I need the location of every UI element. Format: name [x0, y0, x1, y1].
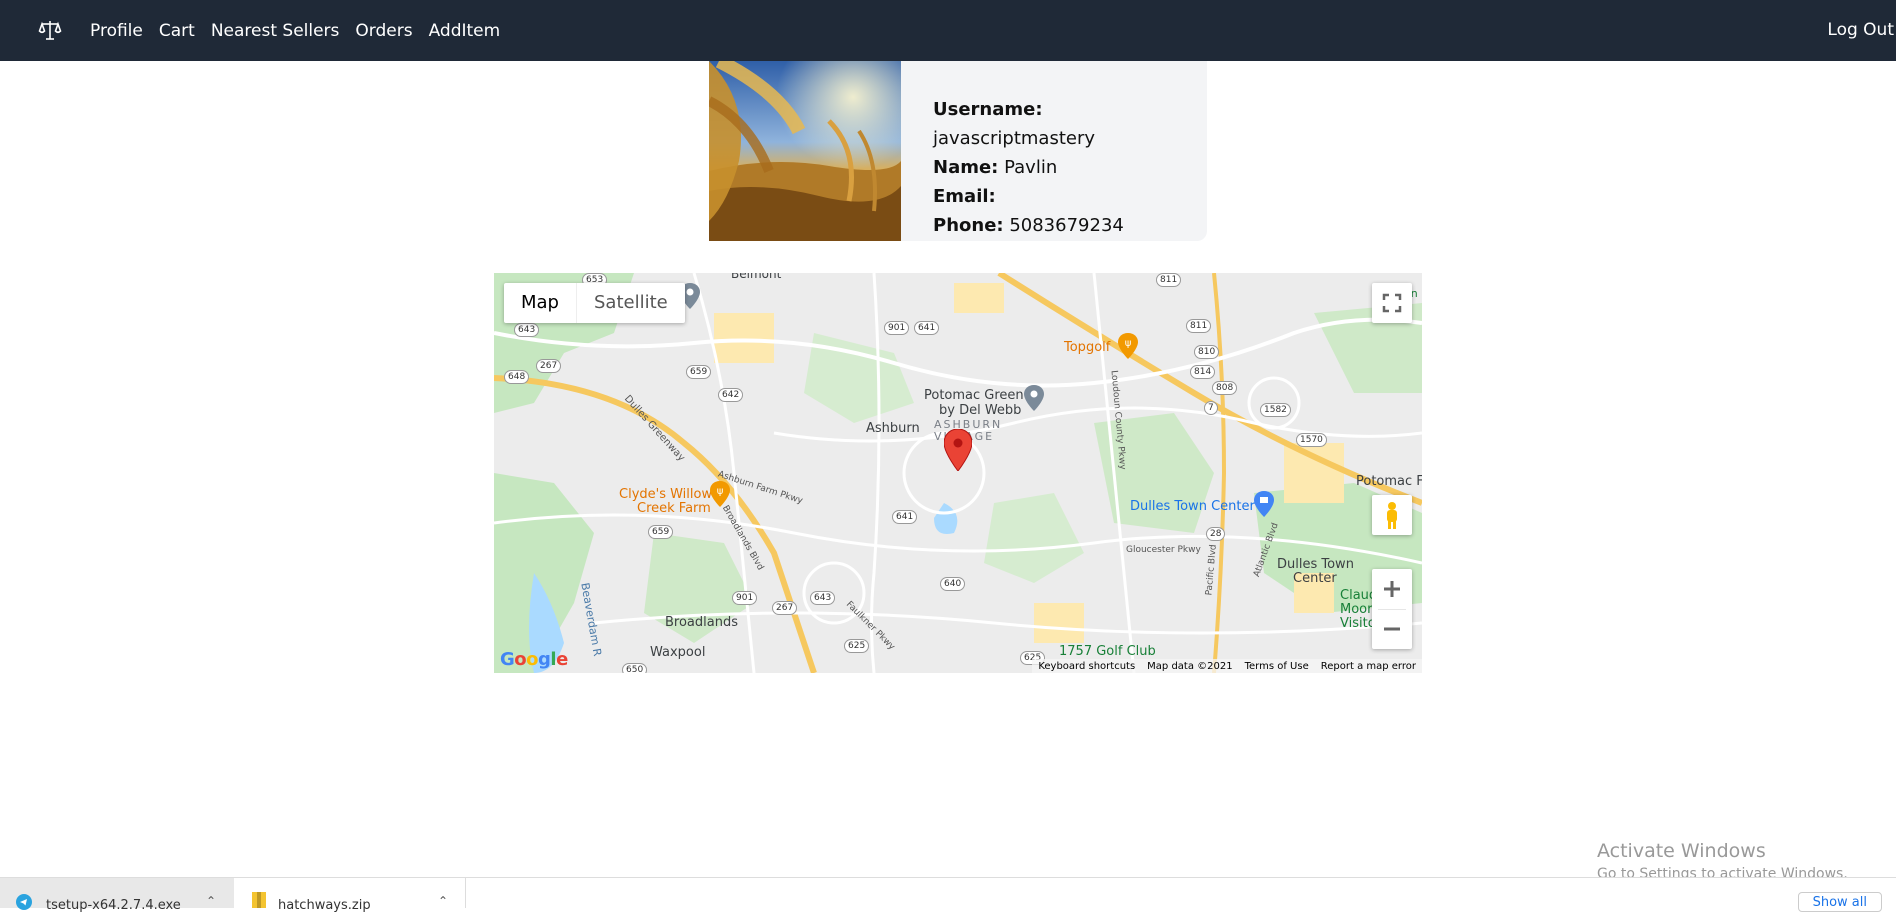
watermark-title: Activate Windows [1597, 840, 1766, 862]
route-shield: 641 [892, 510, 918, 524]
phone-value: 5083679234 [1009, 215, 1124, 236]
nav-link-orders[interactable]: Orders [355, 21, 412, 41]
zoom-control [1372, 569, 1412, 649]
map-type-control: Map Satellite [504, 283, 685, 323]
google-logo: Google [500, 649, 568, 670]
route-shield: 625 [844, 639, 870, 653]
email-row: Email: [933, 182, 1207, 211]
street-view-button[interactable] [1372, 495, 1412, 535]
map-marker-icon[interactable] [944, 429, 972, 471]
chevron-up-icon[interactable]: ⌃ [438, 894, 448, 908]
chevron-up-icon[interactable]: ⌃ [206, 894, 216, 908]
route-shield: 808 [1212, 381, 1238, 395]
profile-card: Username: javascriptmastery Name: Pavlin… [709, 61, 1207, 241]
download-filename: hatchways.zip [278, 898, 371, 913]
place-ashburn: Ashburn [866, 421, 920, 436]
route-shield: 659 [648, 525, 674, 539]
username-row: Username: javascriptmastery [933, 95, 1207, 153]
route-shield: 643 [810, 591, 836, 605]
place-potomac-fa: Potomac Fa [1356, 474, 1422, 489]
google-map[interactable]: Belmont Ashburn Potomac Green by Del Web… [494, 273, 1422, 673]
place-broadlands: Broadlands [665, 615, 738, 630]
map-tiles [494, 273, 1422, 673]
map-type-map-button[interactable]: Map [504, 283, 576, 323]
profile-info: Username: javascriptmastery Name: Pavlin… [933, 95, 1207, 240]
terms-of-use-link[interactable]: Terms of Use [1245, 661, 1309, 672]
nav-link-add-item[interactable]: AddItem [429, 21, 501, 41]
route-shield: 642 [718, 388, 744, 402]
phone-row: Phone: 5083679234 [933, 211, 1207, 240]
route-shield: 28 [1206, 527, 1226, 541]
zip-file-icon [252, 892, 266, 908]
place-dulles-town-2: Center [1293, 571, 1337, 586]
route-shield: 811 [1156, 273, 1182, 287]
place-dulles-town-1: Dulles Town [1277, 557, 1354, 572]
road-gloucester-pkwy: Gloucester Pkwy [1126, 545, 1201, 555]
name-value: Pavlin [1004, 157, 1058, 178]
route-shield: 814 [1190, 365, 1216, 379]
nav-link-cart[interactable]: Cart [159, 21, 195, 41]
svg-text:ψ: ψ [717, 486, 724, 497]
nav-link-profile[interactable]: Profile [90, 21, 143, 41]
phone-label: Phone: [933, 215, 1004, 236]
name-row: Name: Pavlin [933, 153, 1207, 182]
route-shield: 643 [514, 323, 540, 337]
route-shield: 650 [622, 663, 648, 673]
route-shield: 659 [686, 365, 712, 379]
balance-scale-icon[interactable] [38, 18, 62, 42]
username-value: javascriptmastery [933, 128, 1095, 149]
name-label: Name: [933, 157, 999, 178]
activate-windows-watermark: Activate Windows Go to Settings to activ… [1597, 840, 1848, 882]
route-shield: 811 [1186, 319, 1212, 333]
username-label: Username: [933, 99, 1043, 120]
telegram-icon [16, 894, 32, 910]
svg-text:ψ: ψ [1125, 338, 1132, 349]
restaurant-pin-icon[interactable]: ψ [1118, 333, 1138, 359]
email-label: Email: [933, 186, 996, 207]
place-clydes-2[interactable]: Creek Farm [637, 501, 711, 516]
route-shield: 1570 [1296, 433, 1327, 447]
pegman-icon [1387, 502, 1397, 529]
download-item[interactable]: tsetup-x64.2.7.4.exe ⌃ [0, 878, 234, 913]
poi-pin-icon[interactable] [1024, 385, 1044, 411]
route-shield: 810 [1194, 345, 1220, 359]
route-shield: 641 [914, 321, 940, 335]
logout-link[interactable]: Log Out [1827, 0, 1894, 61]
fullscreen-button[interactable] [1372, 283, 1412, 323]
top-navbar: Profile Cart Nearest Sellers Orders AddI… [0, 0, 1896, 61]
fullscreen-icon [1382, 293, 1402, 313]
profile-photo [709, 61, 901, 241]
shopping-pin-icon[interactable] [1254, 491, 1274, 517]
place-topgolf[interactable]: Topgolf [1064, 340, 1110, 355]
map-attribution-bar: Keyboard shortcuts Map data ©2021 Terms … [1032, 659, 1422, 673]
place-belmont: Belmont [731, 273, 782, 281]
place-dulles-town-center[interactable]: Dulles Town Center [1130, 499, 1255, 514]
route-shield: 901 [732, 591, 758, 605]
map-type-satellite-button[interactable]: Satellite [576, 283, 685, 323]
route-shield: 901 [884, 321, 910, 335]
place-potomac-green: Potomac Green [924, 388, 1024, 403]
zoom-out-icon[interactable] [1372, 609, 1412, 649]
show-all-button[interactable]: Show all [1797, 892, 1882, 912]
nav-links: Profile Cart Nearest Sellers Orders AddI… [90, 0, 516, 61]
place-golf-club[interactable]: 1757 Golf Club [1059, 644, 1156, 659]
download-bar: tsetup-x64.2.7.4.exe ⌃ hatchways.zip ⌃ S… [0, 877, 1896, 913]
nav-link-nearest-sellers[interactable]: Nearest Sellers [211, 21, 340, 41]
route-shield: 640 [940, 577, 966, 591]
map-data-text: Map data ©2021 [1147, 660, 1233, 672]
route-shield: 267 [536, 359, 562, 373]
keyboard-shortcuts-link[interactable]: Keyboard shortcuts [1038, 661, 1135, 672]
zoom-in-icon[interactable] [1372, 569, 1412, 609]
route-shield: 7 [1204, 401, 1218, 415]
download-item[interactable]: hatchways.zip ⌃ [236, 878, 466, 913]
restaurant-pin-icon[interactable]: ψ [710, 481, 730, 507]
report-map-error-link[interactable]: Report a map error [1321, 661, 1416, 672]
place-clydes-1[interactable]: Clyde's Willow [619, 487, 712, 502]
route-shield: 267 [772, 601, 798, 615]
place-waxpool: Waxpool [650, 645, 706, 660]
place-by-del-webb: by Del Webb [939, 403, 1022, 418]
download-filename: tsetup-x64.2.7.4.exe [46, 898, 181, 913]
route-shield: 1582 [1260, 403, 1291, 417]
route-shield: 648 [504, 370, 530, 384]
